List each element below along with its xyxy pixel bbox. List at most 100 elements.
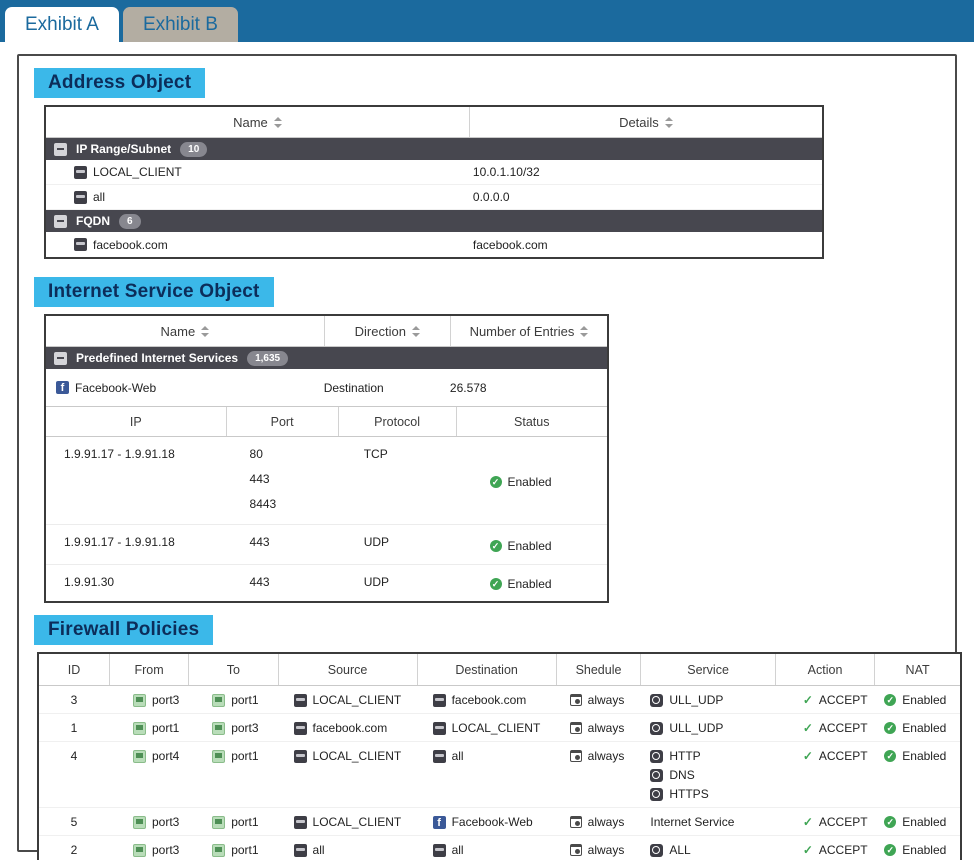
group-ip-range-count-badge: 10: [180, 142, 207, 157]
policy-destination: all: [452, 843, 464, 857]
policy-schedule: always: [588, 815, 625, 829]
iso-service-entries: 26.578: [450, 381, 607, 395]
tab-exhibit-b[interactable]: Exhibit B: [123, 7, 238, 42]
enabled-icon: [490, 476, 502, 488]
schedule-icon: [570, 750, 582, 762]
tab-exhibit-a-label: Exhibit A: [25, 14, 99, 36]
interface-icon: [212, 694, 225, 707]
schedule-icon: [570, 844, 582, 856]
policy-source: LOCAL_CLIENT: [313, 749, 402, 763]
address-icon: [433, 694, 446, 707]
fp-col-schedule[interactable]: Shedule: [556, 654, 641, 685]
iso-service-name: Facebook-Web: [75, 381, 156, 395]
policy-destination: LOCAL_CLIENT: [452, 721, 541, 735]
policy-from: port3: [152, 693, 179, 707]
group-predefined-internet-services[interactable]: Predefined Internet Services 1,635: [46, 347, 607, 369]
policy-service: ALL: [669, 843, 690, 857]
accept-check-icon: [803, 721, 813, 735]
sort-icon[interactable]: [412, 326, 420, 337]
facebook-icon: [433, 816, 446, 829]
tab-exhibit-a[interactable]: Exhibit A: [5, 7, 119, 42]
policy-schedule: always: [588, 721, 625, 735]
policy-action: ACCEPT: [819, 815, 868, 829]
table-row[interactable]: LOCAL_CLIENT 10.0.1.10/32: [46, 160, 822, 185]
iso-detail-header: IP Port Protocol Status: [46, 406, 607, 437]
table-row[interactable]: 1.9.91.30 443 UDP Enabled: [46, 565, 607, 601]
policy-row[interactable]: 2 port3 port1 all all always ALL ACCEPT …: [39, 836, 960, 860]
table-row[interactable]: facebook.com facebook.com: [46, 232, 822, 257]
port-value: 8443: [250, 497, 338, 511]
policy-row[interactable]: 1 port1 port3 facebook.com LOCAL_CLIENT …: [39, 714, 960, 742]
group-predefined-label: Predefined Internet Services: [76, 351, 238, 365]
fp-col-service[interactable]: Service: [640, 654, 774, 685]
fp-col-nat[interactable]: NAT: [874, 654, 960, 685]
enabled-icon: [490, 578, 502, 590]
address-icon: [433, 844, 446, 857]
policy-nat: Enabled: [902, 749, 946, 763]
interface-icon: [212, 722, 225, 735]
address-col-name[interactable]: Name: [46, 107, 469, 137]
policy-action: ACCEPT: [819, 843, 868, 857]
policy-to: port1: [231, 815, 258, 829]
address-icon: [74, 166, 87, 179]
address-col-name-label: Name: [233, 115, 268, 130]
interface-icon: [133, 722, 146, 735]
iso-table-header: Name Direction Number of Entries: [46, 316, 607, 347]
group-fqdn-count-badge: 6: [119, 214, 141, 229]
sort-icon[interactable]: [201, 326, 209, 337]
policy-nat: Enabled: [902, 815, 946, 829]
fp-col-id[interactable]: ID: [39, 654, 109, 685]
policy-source: all: [313, 843, 325, 857]
address-icon: [294, 816, 307, 829]
fp-col-destination[interactable]: Destination: [417, 654, 556, 685]
policy-row[interactable]: 4 port4 port1 LOCAL_CLIENT all always HT…: [39, 742, 960, 808]
group-fqdn[interactable]: FQDN 6: [46, 210, 822, 232]
tab-bar: Exhibit A Exhibit B: [0, 0, 974, 42]
address-col-details[interactable]: Details: [469, 107, 822, 137]
collapse-icon[interactable]: [54, 143, 67, 156]
group-ip-range-subnet[interactable]: IP Range/Subnet 10: [46, 138, 822, 160]
service-icon: [650, 788, 663, 801]
policy-id: 2: [39, 843, 109, 857]
enabled-icon: [884, 844, 896, 856]
table-row[interactable]: 1.9.91.17 - 1.9.91.18 443 UDP Enabled: [46, 525, 607, 565]
table-row[interactable]: all 0.0.0.0: [46, 185, 822, 210]
fp-col-from[interactable]: From: [109, 654, 188, 685]
fp-col-source[interactable]: Source: [278, 654, 417, 685]
sort-icon[interactable]: [580, 326, 588, 337]
policy-destination: Facebook-Web: [452, 815, 533, 829]
address-table-header: Name Details: [46, 107, 822, 138]
table-row[interactable]: Facebook-Web Destination 26.578: [46, 369, 607, 406]
address-icon: [294, 844, 307, 857]
policy-action: ACCEPT: [819, 693, 868, 707]
sort-icon[interactable]: [274, 117, 282, 128]
policy-source: LOCAL_CLIENT: [313, 815, 402, 829]
iso-detail-ports: 80 443 8443: [226, 447, 338, 516]
sort-icon[interactable]: [665, 117, 673, 128]
collapse-icon[interactable]: [54, 352, 67, 365]
policy-nat: Enabled: [902, 843, 946, 857]
group-fqdn-label: FQDN: [76, 214, 110, 228]
table-row[interactable]: 1.9.91.17 - 1.9.91.18 80 443 8443 TCP En…: [46, 437, 607, 525]
accept-check-icon: [803, 749, 813, 763]
address-details: facebook.com: [469, 238, 822, 252]
iso-col-name[interactable]: Name: [46, 316, 324, 346]
enabled-icon: [884, 816, 896, 828]
iso-col-direction[interactable]: Direction: [324, 316, 450, 346]
address-details: 10.0.1.10/32: [469, 165, 822, 179]
interface-icon: [212, 750, 225, 763]
facebook-icon: [56, 381, 69, 394]
address-name: facebook.com: [93, 238, 168, 252]
policy-service: Internet Service: [650, 815, 734, 829]
iso-col-entries[interactable]: Number of Entries: [450, 316, 607, 346]
fp-col-to[interactable]: To: [188, 654, 277, 685]
policy-schedule: always: [588, 749, 625, 763]
policy-row[interactable]: 3 port3 port1 LOCAL_CLIENT facebook.com …: [39, 686, 960, 714]
policy-service: HTTP: [669, 749, 700, 763]
policy-row[interactable]: 5 port3 port1 LOCAL_CLIENT Facebook-Web …: [39, 808, 960, 836]
policy-from: port3: [152, 843, 179, 857]
collapse-icon[interactable]: [54, 215, 67, 228]
service-icon: [650, 750, 663, 763]
fp-col-action[interactable]: Action: [775, 654, 874, 685]
policy-to: port1: [231, 843, 258, 857]
